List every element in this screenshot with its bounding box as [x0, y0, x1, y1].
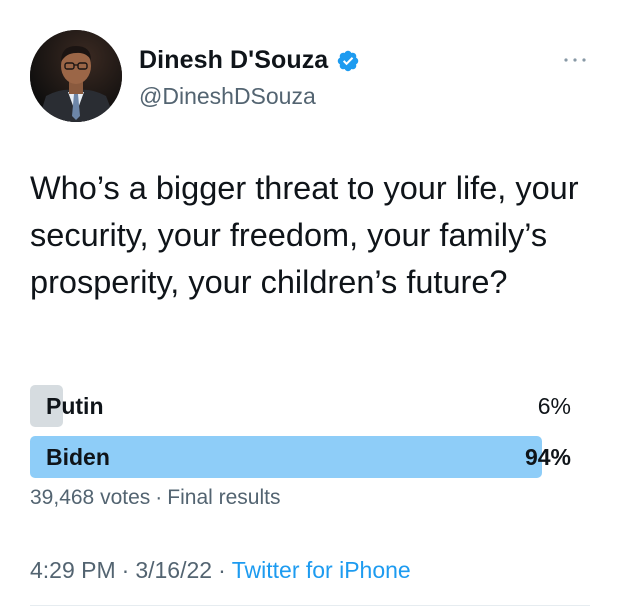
author-name-row: Dinesh D'Souza: [139, 46, 360, 75]
poll-meta: 39,468 votes · Final results: [30, 486, 280, 510]
poll-option-biden: Biden 94%: [30, 436, 575, 478]
verified-badge-icon: [338, 50, 359, 71]
divider: [30, 605, 590, 606]
poll-status: Final results: [167, 486, 281, 509]
source-separator: ·: [218, 557, 226, 583]
poll-option-label: Putin: [46, 393, 104, 419]
more-options-icon[interactable]: [560, 52, 590, 68]
author-display-name[interactable]: Dinesh D'Souza: [139, 46, 328, 75]
tweet-time[interactable]: 4:29 PM: [30, 557, 116, 583]
tweet-source-link[interactable]: Twitter for iPhone: [232, 557, 411, 583]
timestamp-separator: ·: [121, 557, 130, 583]
avatar[interactable]: [30, 30, 122, 122]
poll-vote-count: 39,468 votes: [30, 486, 151, 509]
tweet-timestamp-row: 4:29 PM · 3/16/22 · Twitter for iPhone: [30, 557, 411, 584]
tweet-date[interactable]: 3/16/22: [135, 557, 212, 583]
poll-option-label: Biden: [46, 444, 110, 470]
tweet-card: Dinesh D'Souza @DineshDSouza Who’s a big…: [0, 0, 620, 611]
author-handle[interactable]: @DineshDSouza: [139, 83, 316, 110]
poll: Putin 6% Biden 94%: [30, 385, 575, 487]
poll-option-percent: 94%: [524, 444, 571, 470]
poll-option-putin: Putin 6%: [30, 385, 575, 427]
poll-meta-separator: ·: [155, 486, 163, 509]
tweet-text: Who’s a bigger threat to your life, your…: [30, 170, 579, 300]
poll-option-percent: 6%: [537, 393, 571, 419]
